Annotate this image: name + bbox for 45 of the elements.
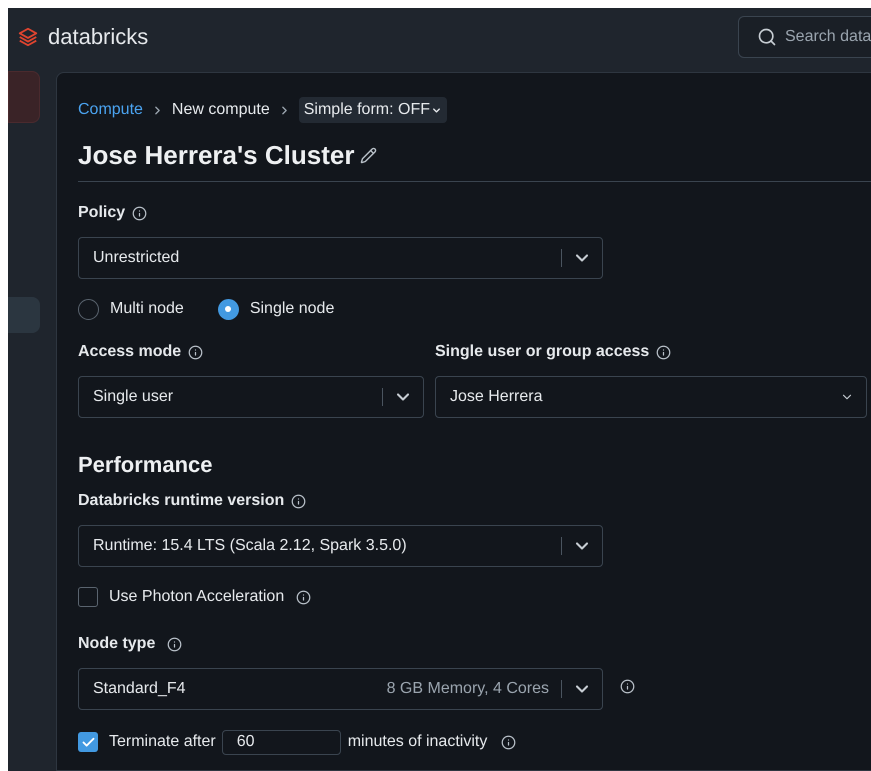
select-value: Single user — [93, 387, 174, 407]
radio-button[interactable] — [78, 298, 99, 320]
info-icon[interactable] — [132, 206, 148, 220]
info-icon[interactable] — [296, 590, 312, 604]
access-mode-select[interactable]: Single user — [78, 376, 424, 418]
info-icon[interactable] — [291, 494, 306, 508]
logo-text: databricks — [48, 23, 148, 51]
policy-select[interactable]: Unrestricted — [78, 237, 603, 279]
radio-button[interactable] — [218, 298, 239, 320]
search-field[interactable]: Search data — [785, 24, 871, 48]
breadcrumb-link[interactable]: New compute — [172, 98, 270, 122]
field-label: Policy — [78, 203, 126, 223]
node-type-select[interactable]: Standard_F4 8 GB Memory, 4 Cores — [78, 668, 603, 710]
checkbox-label: Terminate after — [109, 732, 216, 752]
info-icon[interactable] — [656, 344, 672, 360]
minutes-field[interactable]: 60 — [222, 730, 341, 754]
simple-form-toggle[interactable]: Simple form: OFF — [298, 97, 447, 123]
info-icon[interactable] — [167, 636, 182, 652]
checkbox[interactable] — [78, 732, 98, 752]
select-value: Runtime: 15.4 LTS (Scala 2.12, Spark 3.5.0) — [93, 536, 407, 556]
checkbox[interactable] — [78, 587, 98, 607]
field-label: Access mode — [78, 342, 182, 362]
runtime-select[interactable]: Runtime: 15.4 LTS (Scala 2.12, Spark 3.5.0) — [78, 525, 603, 567]
radio-label: Single node — [250, 299, 334, 319]
info-icon[interactable] — [501, 734, 516, 750]
select-value: Unrestricted — [93, 248, 180, 268]
info-icon[interactable] — [188, 344, 204, 360]
logo-icon — [17, 26, 39, 48]
radio-label: Multi node — [110, 299, 184, 319]
search-icon — [757, 26, 777, 46]
field-suffix: minutes of inactivity — [348, 732, 488, 752]
info-icon[interactable] — [620, 678, 635, 694]
field-label: Single user or group access — [435, 342, 650, 362]
field-label: Node type — [78, 634, 156, 654]
user-select[interactable]: Jose Herrera — [435, 376, 867, 418]
cluster-title: Jose Herrera's Cluster — [78, 138, 354, 172]
select-detail: 8 GB Memory, 4 Cores — [386, 679, 549, 699]
field-label: Databricks runtime version — [78, 491, 284, 511]
search-bar[interactable]: Search data — [738, 16, 871, 58]
select-value: Standard_F4 — [93, 679, 186, 699]
section-heading: Performance — [78, 451, 214, 476]
select-value: Jose Herrera — [450, 387, 542, 407]
checkbox-label: Use Photon Acceleration — [109, 587, 284, 607]
breadcrumb-link[interactable]: Compute — [78, 98, 143, 122]
pencil-icon[interactable] — [360, 146, 378, 164]
